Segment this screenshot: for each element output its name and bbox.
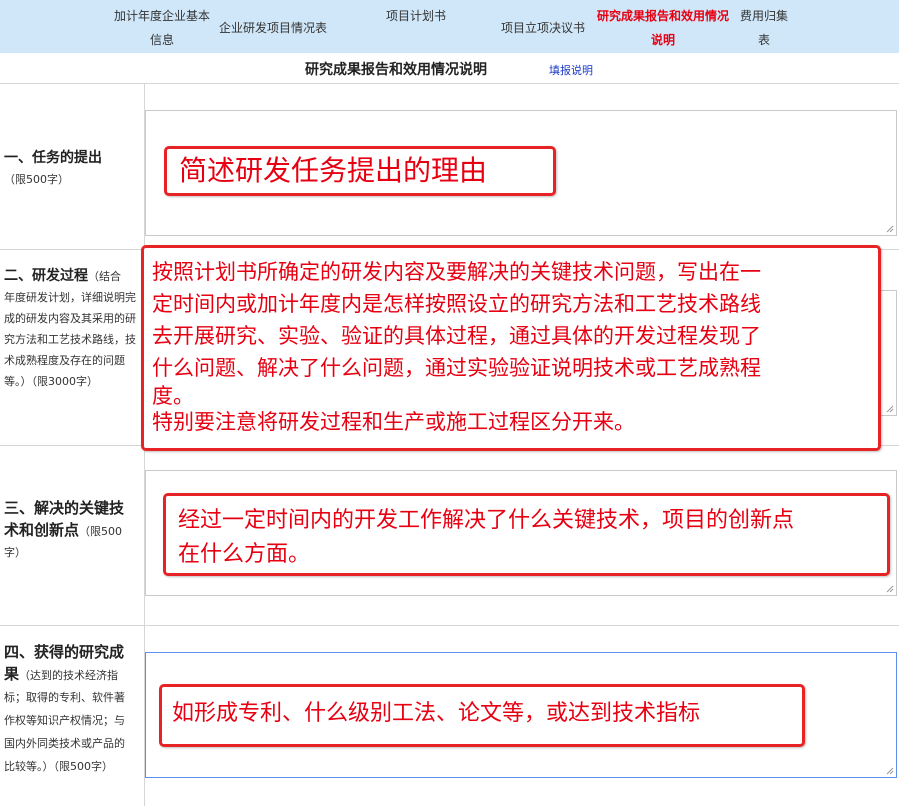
resize-handle-icon[interactable] xyxy=(885,404,894,413)
annotation-line: 在什么方面。 xyxy=(178,542,311,567)
tab-label: 项目立项决议书 xyxy=(500,21,585,35)
task-proposal-annotation: 简述研发任务提出的理由 xyxy=(164,146,556,196)
label-limit-line: 标；取得的专利、软件著 xyxy=(4,691,125,704)
rd-process-label: 二、研发过程（结合 年度研发计划，详细说明完成的研发内容及其采用的研究方法和工艺… xyxy=(4,266,142,392)
annotation-text: 如形成专利、什么级别工法、论文等，或达到技术指标 xyxy=(172,701,701,726)
key-tech-annotation: 经过一定时间内的开发工作解决了什么关键技术，项目的创新点 在什么方面。 xyxy=(163,493,890,576)
annotation-text: 简述研发任务提出的理由 xyxy=(179,154,488,187)
research-results-annotation: 如形成专利、什么级别工法、论文等，或达到技术指标 xyxy=(159,684,805,747)
annotation-line: 什么问题、解决了什么问题，通过实验验证说明技术或工艺成熟程 xyxy=(152,356,761,380)
tab-label-line2: 说明 xyxy=(650,33,675,47)
annotation-line: 定时间内或加计年度内是怎样按照设立的研究方法和工艺技术路线 xyxy=(152,292,761,316)
research-results-label: 四、获得的研究成 果（达到的技术经济指 标；取得的专利、软件著 作权等知识产权情… xyxy=(4,640,142,778)
label-limit: 字） xyxy=(4,546,26,559)
resize-handle-icon[interactable] xyxy=(885,224,894,233)
row-divider xyxy=(0,625,899,626)
annotation-line: 特别要注意将研发过程和生产或施工过程区分开来。 xyxy=(152,410,635,434)
label-limit: 年度研发计划，详细说明完成的研发内容及其采用的研究方法和工艺技术路线，技术成熟程… xyxy=(4,291,136,388)
rd-process-annotation: 按照计划书所确定的研发内容及要解决的关键技术问题，写出在一 定时间内或加计年度内… xyxy=(141,245,881,451)
label-limit-line: 国内外同类技术或产品的 xyxy=(4,737,125,750)
report-tabs: 加计年度企业基本 信息 企业研发项目情况表 项目计划书 项目立项决议书 研究成果… xyxy=(0,0,899,54)
resize-handle-icon[interactable] xyxy=(885,766,894,775)
tab-label-line2: 信息 xyxy=(149,33,174,47)
label-limit-start: （结合 xyxy=(88,270,121,283)
tab-project-plan[interactable]: 项目计划书 xyxy=(378,4,454,28)
task-proposal-label: 一、任务的提出 （限500字） xyxy=(4,148,142,190)
label-limit-start: （达到的技术经济指 xyxy=(19,669,119,682)
tab-label: 费用归集 xyxy=(739,9,788,23)
tab-label: 企业研发项目情况表 xyxy=(218,21,327,35)
label-limit-line: 作权等知识产权情况；与 xyxy=(4,714,125,727)
tab-project-status[interactable]: 企业研发项目情况表 xyxy=(214,16,332,40)
section-title: 研究成果报告和效用情况说明 xyxy=(305,62,487,78)
tab-research-report[interactable]: 研究成果报告和效用情况 说明 xyxy=(588,4,738,52)
tab-expense-summary[interactable]: 费用归集 表 xyxy=(738,4,790,52)
label-title: 四、获得的研究成 xyxy=(4,643,125,661)
tab-basic-info[interactable]: 加计年度企业基本 信息 xyxy=(110,4,214,52)
label-title: 一、任务的提出 xyxy=(4,150,102,166)
label-title: 二、研发过程 xyxy=(4,268,88,284)
annotation-line: 按照计划书所确定的研发内容及要解决的关键技术问题，写出在一 xyxy=(152,260,761,284)
label-title: 三、解决的关键技 xyxy=(4,499,125,517)
tab-label-line2: 表 xyxy=(757,33,770,47)
annotation-line: 经过一定时间内的开发工作解决了什么关键技术，项目的创新点 xyxy=(178,508,795,533)
resize-handle-icon[interactable] xyxy=(885,584,894,593)
tab-label: 项目计划书 xyxy=(385,9,446,23)
label-title-line2: 术和创新点 xyxy=(4,521,80,539)
annotation-line: 去开展研究、实验、验证的具体过程，通过具体的开发过程发现了 xyxy=(152,324,761,348)
section-heading-row: 研究成果报告和效用情况说明 填报说明 xyxy=(0,53,899,84)
help-link[interactable]: 填报说明 xyxy=(549,62,593,78)
label-title-line2: 果 xyxy=(4,665,20,683)
label-limit-line: 比较等。）（限500字） xyxy=(4,760,113,773)
annotation-line: 度。 xyxy=(152,384,194,408)
tab-label: 加计年度企业基本 xyxy=(113,9,210,23)
tab-label: 研究成果报告和效用情况 xyxy=(596,9,729,23)
tab-approval-resolution[interactable]: 项目立项决议书 xyxy=(496,16,590,40)
label-limit: （限500字） xyxy=(4,173,69,186)
key-tech-label: 三、解决的关键技 术和创新点（限500 字） xyxy=(4,496,142,563)
label-limit-start: （限500 xyxy=(79,525,123,538)
